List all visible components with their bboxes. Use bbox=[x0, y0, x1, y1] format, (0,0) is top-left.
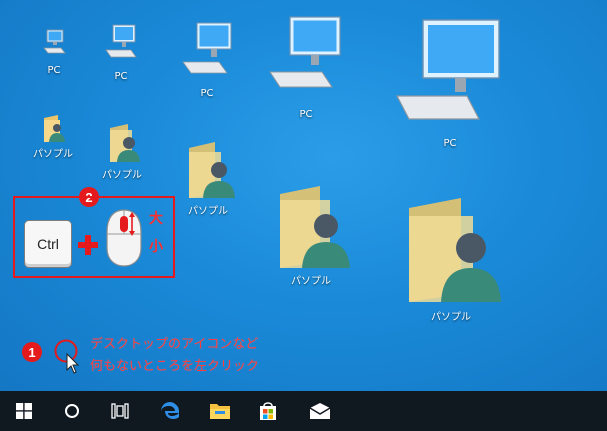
desktop-icon-folder-1[interactable]: パソプル bbox=[30, 112, 76, 164]
user-folder-icon bbox=[280, 186, 350, 268]
instruction-line-2: 何もないところを左クリック bbox=[90, 359, 260, 374]
desktop-icon-label: パソプル bbox=[102, 170, 142, 181]
desktop-icon-folder-4[interactable]: パソプル bbox=[266, 180, 356, 292]
instruction-line-1: デスクトップのアイコンなど bbox=[90, 337, 259, 352]
start-icon bbox=[16, 403, 32, 419]
plus-icon bbox=[78, 235, 98, 255]
mouse-wheel-icon bbox=[106, 209, 142, 267]
click-instruction: デスクトップのアイコンなど 何もないところを左クリック bbox=[90, 334, 259, 378]
file-explorer-button[interactable] bbox=[196, 391, 244, 431]
user-folder-icon bbox=[110, 124, 140, 162]
desktop-icon-label: PC bbox=[200, 88, 214, 99]
computer-icon bbox=[269, 16, 341, 88]
ctrl-key: Ctrl bbox=[24, 220, 72, 268]
desktop-icon-folder-5[interactable]: パソプル bbox=[396, 192, 506, 328]
taskbar bbox=[0, 391, 607, 431]
desktop-icon-label: PC bbox=[443, 138, 457, 149]
desktop-icon-label: PC bbox=[299, 109, 313, 120]
user-folder-icon bbox=[189, 142, 235, 198]
edge-button[interactable] bbox=[146, 391, 194, 431]
file-explorer-icon bbox=[210, 404, 230, 419]
edge-icon bbox=[161, 402, 179, 419]
computer-icon bbox=[105, 24, 137, 58]
search-circle-icon bbox=[65, 404, 79, 418]
user-folder-icon bbox=[44, 115, 65, 142]
computer-icon bbox=[396, 19, 500, 120]
desktop-icon-pc-3[interactable]: PC bbox=[172, 20, 242, 104]
mail-button[interactable] bbox=[296, 391, 344, 431]
zoom-small-label: 小 bbox=[149, 239, 163, 255]
user-folder-icon bbox=[409, 198, 501, 302]
desktop-icon-pc-1[interactable]: PC bbox=[34, 28, 74, 80]
desktop-icon-label: PC bbox=[47, 65, 61, 76]
desktop-icon-label: PC bbox=[114, 71, 128, 82]
desktop-icon-label: パソプル bbox=[291, 276, 331, 287]
desktop-icon-label: パソプル bbox=[188, 206, 228, 217]
task-view-button[interactable] bbox=[96, 391, 144, 431]
mail-icon bbox=[309, 403, 331, 419]
search-button[interactable] bbox=[48, 391, 96, 431]
desktop-icon-label: パソプル bbox=[431, 312, 471, 323]
desktop[interactable]: PC PC PC PC PC パソプル パソプル パソプル パソプル パソプル … bbox=[0, 0, 607, 391]
start-button[interactable] bbox=[0, 391, 48, 431]
desktop-icon-folder-2[interactable]: パソプル bbox=[94, 120, 150, 186]
computer-icon bbox=[43, 29, 66, 54]
desktop-icon-pc-2[interactable]: PC bbox=[96, 23, 146, 87]
computer-icon bbox=[182, 22, 232, 74]
zoom-callout-box: Ctrl 大 小 bbox=[13, 196, 175, 278]
mouse-cursor-icon bbox=[66, 353, 80, 374]
desktop-icon-folder-3[interactable]: パソプル bbox=[176, 138, 240, 222]
desktop-icon-pc-4[interactable]: PC bbox=[258, 14, 354, 124]
desktop-icon-pc-5[interactable]: PC bbox=[390, 16, 510, 156]
task-view-icon bbox=[111, 403, 129, 419]
zoom-large-label: 大 bbox=[149, 211, 163, 227]
desktop-icon-label: パソプル bbox=[33, 149, 73, 160]
store-button[interactable] bbox=[244, 391, 292, 431]
step-badge-1: 1 bbox=[22, 342, 42, 362]
store-icon bbox=[260, 402, 276, 420]
